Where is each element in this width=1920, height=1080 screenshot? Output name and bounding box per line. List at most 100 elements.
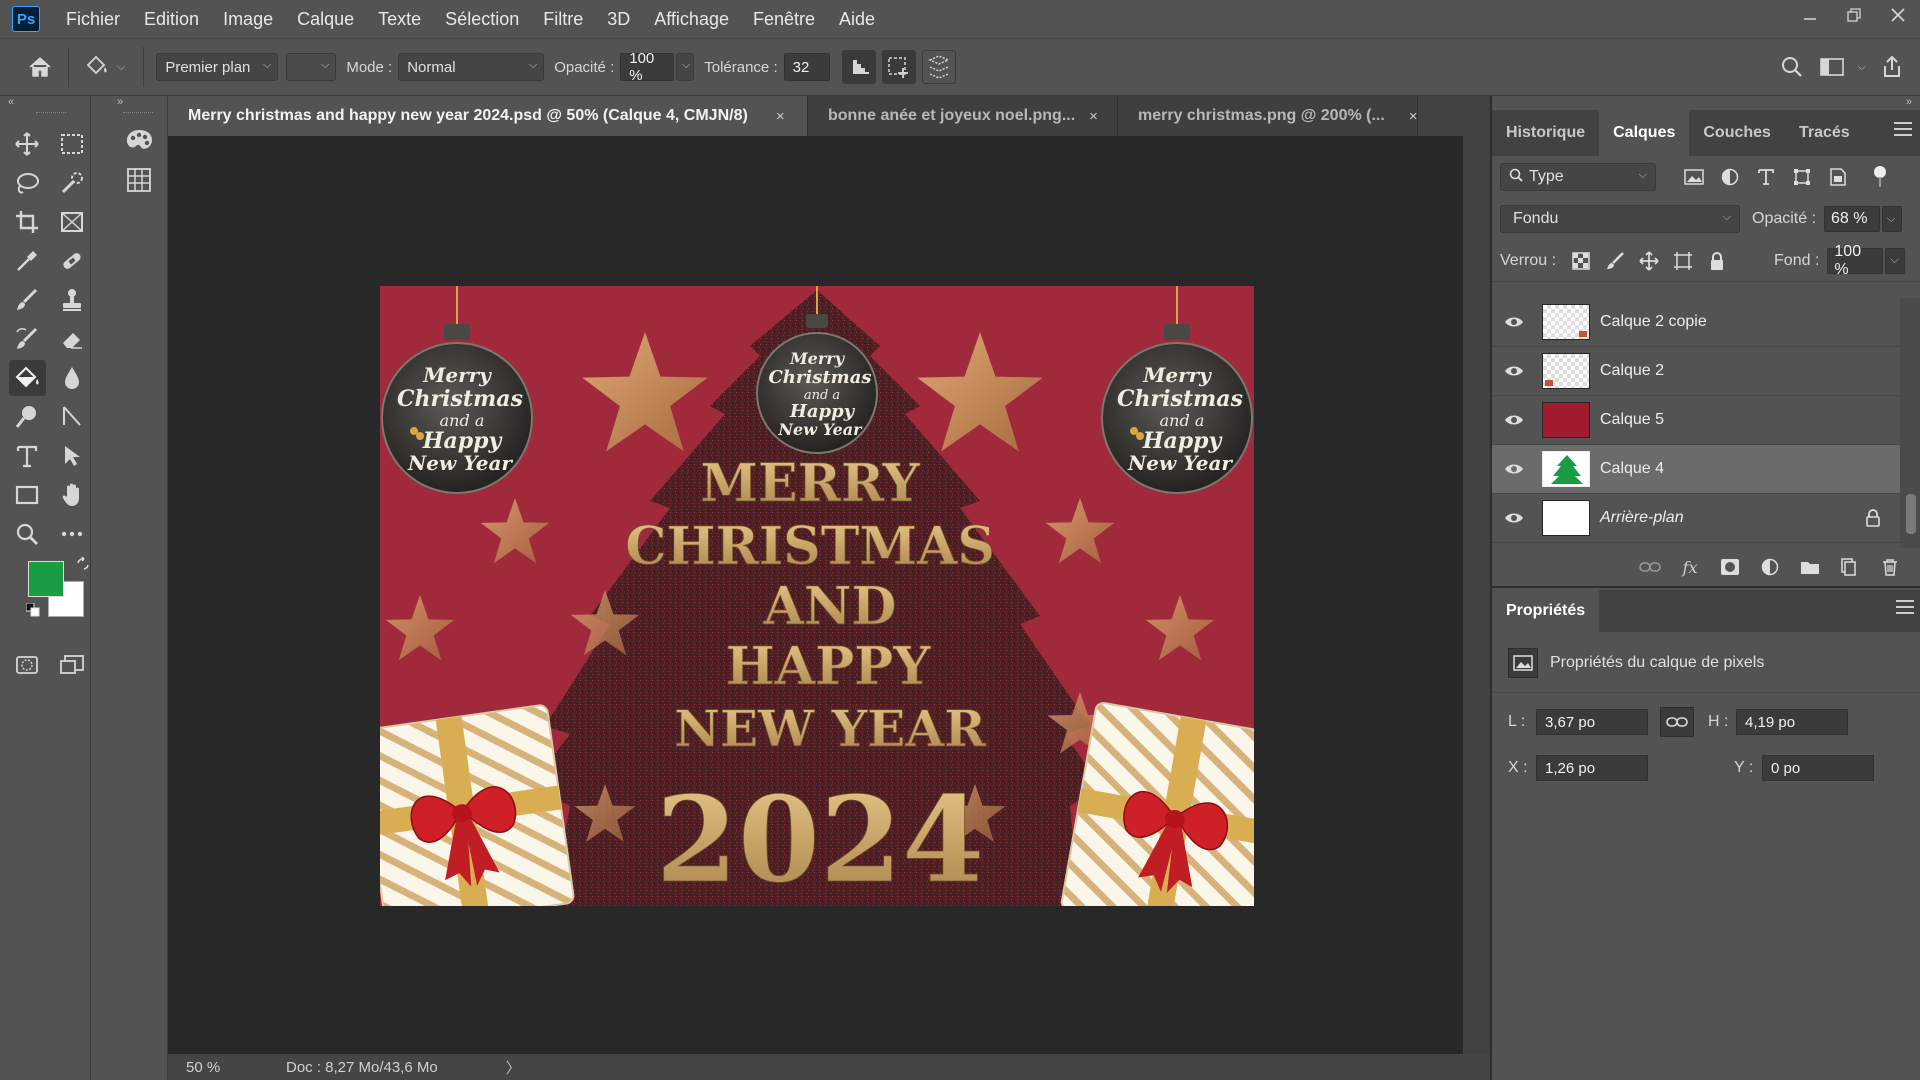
- zoom-tool-icon[interactable]: [9, 516, 46, 552]
- marquee-tool-icon[interactable]: [54, 126, 91, 162]
- chevron-down-icon[interactable]: ⌵: [1882, 206, 1903, 232]
- layer-filter-dropdown[interactable]: Type ⌵: [1500, 163, 1656, 191]
- zoom-level[interactable]: 50 %: [186, 1059, 246, 1076]
- screen-mode-icon[interactable]: [54, 647, 91, 683]
- contiguous-toggle[interactable]: [881, 50, 916, 84]
- paint-bucket-preset-icon[interactable]: [77, 47, 117, 87]
- menu-calque[interactable]: Calque: [285, 0, 366, 38]
- more-tools-icon[interactable]: [54, 516, 91, 552]
- layer-row[interactable]: Calque 2 copie: [1492, 298, 1900, 347]
- menu-fenetre[interactable]: Fenêtre: [741, 0, 827, 38]
- search-icon[interactable]: [1772, 47, 1812, 87]
- menu-image[interactable]: Image: [211, 0, 285, 38]
- healing-brush-tool-icon[interactable]: [54, 243, 91, 279]
- expand-icon[interactable]: »: [111, 96, 167, 110]
- delete-layer-trash-icon[interactable]: [1870, 552, 1910, 582]
- lock-transparency-icon[interactable]: [1564, 247, 1598, 275]
- scrollbar-thumb[interactable]: [1906, 494, 1916, 534]
- lasso-tool-icon[interactable]: [9, 165, 46, 201]
- quick-mask-icon[interactable]: [9, 647, 46, 683]
- color-palette-icon[interactable]: [119, 122, 159, 158]
- minimize-button[interactable]: [1788, 0, 1832, 30]
- move-tool-icon[interactable]: [9, 126, 46, 162]
- rectangle-tool-icon[interactable]: [9, 477, 46, 513]
- quick-selection-tool-icon[interactable]: [54, 165, 91, 201]
- filter-pixel-icon[interactable]: [1676, 163, 1712, 191]
- collapse-icon[interactable]: »: [1492, 96, 1920, 110]
- filter-smart-object-icon[interactable]: [1820, 163, 1856, 191]
- share-icon[interactable]: [1872, 47, 1912, 87]
- blend-mode-dropdown[interactable]: Fondu ⌵: [1500, 205, 1740, 233]
- crop-tool-icon[interactable]: [9, 204, 46, 240]
- visibility-eye-icon[interactable]: [1492, 511, 1536, 525]
- lock-position-icon[interactable]: [1632, 247, 1666, 275]
- lock-pixels-brush-icon[interactable]: [1598, 247, 1632, 275]
- pen-tool-icon[interactable]: [54, 399, 91, 435]
- tab-traces[interactable]: Tracés: [1785, 110, 1864, 156]
- opacity-dropdown[interactable]: ⌵: [676, 53, 695, 81]
- panel-menu-icon[interactable]: [1896, 600, 1914, 614]
- history-brush-tool-icon[interactable]: [9, 321, 46, 357]
- tab-couches[interactable]: Couches: [1689, 110, 1785, 156]
- add-mask-icon[interactable]: [1710, 552, 1750, 582]
- fill-source-dropdown[interactable]: Premier plan ⌵: [156, 53, 279, 81]
- brush-tool-icon[interactable]: [9, 282, 46, 318]
- width-input[interactable]: 3,67 po: [1536, 709, 1648, 735]
- menu-aide[interactable]: Aide: [827, 0, 887, 38]
- layer-name[interactable]: Calque 5: [1600, 411, 1664, 429]
- height-input[interactable]: 4,19 po: [1736, 709, 1848, 735]
- visibility-eye-icon[interactable]: [1492, 413, 1536, 427]
- tab-calques[interactable]: Calques: [1599, 110, 1690, 156]
- status-menu-arrow[interactable]: 〉: [506, 1057, 521, 1078]
- y-input[interactable]: 0 po: [1762, 755, 1874, 781]
- layer-style-fx-icon[interactable]: fx: [1670, 552, 1710, 582]
- document-tab-active[interactable]: Merry christmas and happy new year 2024.…: [168, 96, 808, 136]
- pattern-picker[interactable]: ⌵: [286, 53, 337, 81]
- filter-shape-icon[interactable]: [1784, 163, 1820, 191]
- layer-name[interactable]: Calque 4: [1600, 460, 1664, 478]
- link-layers-icon[interactable]: [1630, 552, 1670, 582]
- fill-input[interactable]: 100 %: [1827, 243, 1884, 278]
- lock-artboard-icon[interactable]: [1666, 247, 1700, 275]
- lock-all-icon[interactable]: [1700, 247, 1734, 275]
- new-layer-icon[interactable]: [1830, 552, 1870, 582]
- canvas-viewport[interactable]: Merry Christmas and a Happy New Year Mer…: [168, 136, 1463, 1054]
- default-colors-icon[interactable]: [25, 602, 40, 617]
- workspace-chevron-icon[interactable]: ⌵: [1858, 61, 1866, 74]
- visibility-eye-icon[interactable]: [1492, 364, 1536, 378]
- menu-affichage[interactable]: Affichage: [642, 0, 741, 38]
- filter-toggle-icon[interactable]: [1862, 163, 1898, 191]
- workspace-icon[interactable]: [1812, 47, 1852, 87]
- path-selection-tool-icon[interactable]: [54, 438, 91, 474]
- menu-edition[interactable]: Edition: [132, 0, 211, 38]
- swatches-grid-icon[interactable]: [119, 162, 159, 198]
- anti-alias-toggle[interactable]: [841, 50, 876, 84]
- paint-bucket-tool-icon[interactable]: [9, 359, 46, 396]
- frame-tool-icon[interactable]: [54, 204, 91, 240]
- mode-dropdown[interactable]: Normal ⌵: [398, 53, 545, 81]
- panel-grip[interactable]: [123, 112, 153, 116]
- close-window-button[interactable]: [1876, 0, 1920, 30]
- menu-selection[interactable]: Sélection: [433, 0, 531, 38]
- tab-historique[interactable]: Historique: [1492, 110, 1599, 156]
- restore-button[interactable]: [1832, 0, 1876, 30]
- layer-name[interactable]: Calque 2 copie: [1600, 313, 1707, 331]
- layer-row[interactable]: Arrière-plan: [1492, 494, 1900, 543]
- eyedropper-tool-icon[interactable]: [9, 243, 46, 279]
- filter-adjustment-icon[interactable]: [1712, 163, 1748, 191]
- blur-tool-icon[interactable]: [54, 360, 91, 396]
- adjustment-layer-icon[interactable]: [1750, 552, 1790, 582]
- visibility-eye-icon[interactable]: [1492, 462, 1536, 476]
- menu-fichier[interactable]: Fichier: [54, 0, 132, 38]
- panel-grip[interactable]: [36, 112, 66, 116]
- close-tab-icon[interactable]: ×: [776, 108, 785, 125]
- clone-stamp-tool-icon[interactable]: [54, 282, 91, 318]
- layer-opacity-input[interactable]: 68 %: [1824, 206, 1881, 232]
- filter-type-icon[interactable]: [1748, 163, 1784, 191]
- layers-scrollbar[interactable]: [1900, 298, 1920, 548]
- vertical-scrollbar[interactable]: [1463, 136, 1490, 1054]
- swap-colors-icon[interactable]: [76, 556, 90, 574]
- layer-row-selected[interactable]: Calque 4: [1492, 445, 1900, 494]
- layer-row[interactable]: Calque 2: [1492, 347, 1900, 396]
- tab-proprietes[interactable]: Propriétés: [1492, 590, 1600, 632]
